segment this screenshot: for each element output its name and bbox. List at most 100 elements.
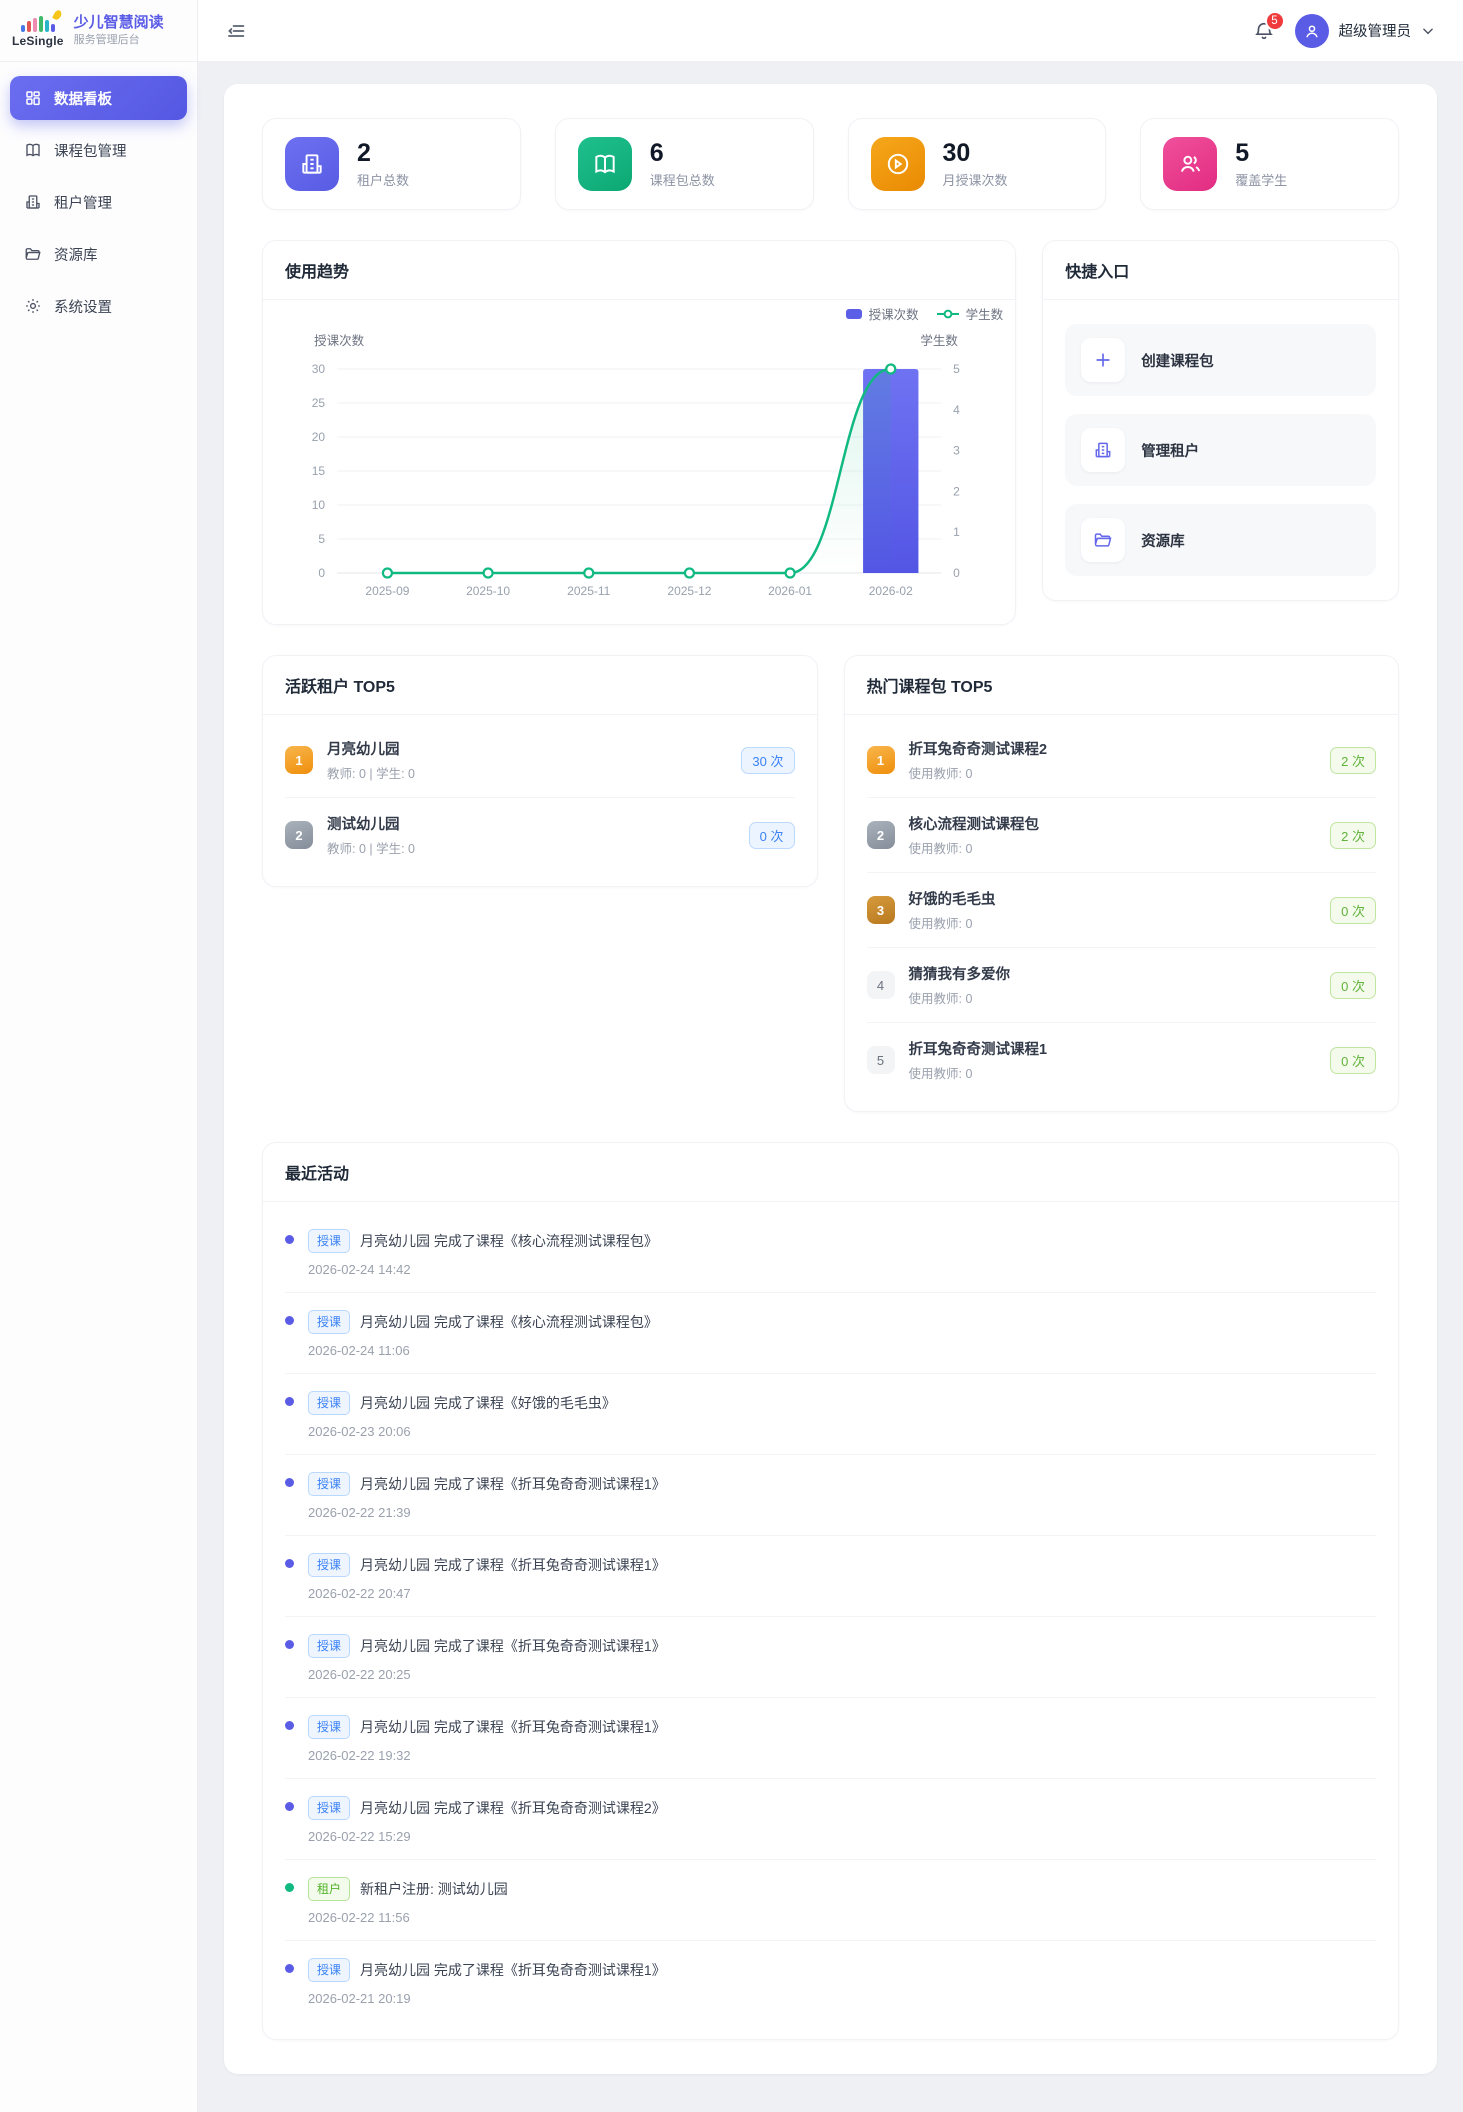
sidebar-collapse-button[interactable] xyxy=(222,17,250,45)
activity-tag: 授课 xyxy=(308,1958,351,1982)
sidebar: LeSingle 少儿智慧阅读 服务管理后台 数据看板 课程包管理 租户管理 资… xyxy=(0,0,198,2112)
user-name: 超级管理员 xyxy=(1338,24,1412,40)
logo-brand: LeSingle xyxy=(12,33,64,48)
sidebar-item-dashboard[interactable]: 数据看板 xyxy=(10,76,187,120)
quick-item-resources[interactable]: 资源库 xyxy=(1065,504,1376,576)
chevron-down-icon xyxy=(1423,28,1433,34)
trend-quick-row: 使用趋势 授课次数 学生数 0 5 10 15 20 25 30 0 1 2 3… xyxy=(262,240,1399,625)
sidebar-item-resources[interactable]: 资源库 xyxy=(10,232,187,276)
activity-time: 2026-02-21 20:19 xyxy=(308,1991,411,2006)
logo-mark-icon: LeSingle xyxy=(12,8,64,48)
quick-item-label: 创建课程包 xyxy=(1141,353,1214,370)
package-name: 好饿的毛毛虫 xyxy=(908,892,996,908)
svg-text:授课次数: 授课次数 xyxy=(314,333,365,348)
course-packages-stat-icon xyxy=(577,137,632,191)
svg-text:2026-01: 2026-01 xyxy=(768,584,812,598)
stat-value: 6 xyxy=(649,138,664,167)
package-meta: 使用教师: 0 xyxy=(908,767,973,781)
activity-dot-icon xyxy=(285,1397,294,1406)
sidebar-item-settings[interactable]: 系统设置 xyxy=(10,284,187,328)
active-tenants-card: 活跃租户 TOP5 1 月亮幼儿园 教师: 0 | 学生: 0 30 次 2 测… xyxy=(262,655,818,887)
dashboard-shell: 2 租户总数 6 课程包总数 30 月授课次数 5 覆盖学生 使用趋势 授课次数… xyxy=(224,84,1437,2074)
stat-value: 5 xyxy=(1235,138,1250,167)
activity-row: 授课 月亮幼儿园 完成了课程《折耳兔奇奇测试课程1》 2026-02-22 21:3… xyxy=(285,1455,1376,1536)
package-name: 猜猜我有多爱你 xyxy=(908,967,1011,983)
svg-text:1: 1 xyxy=(953,525,960,539)
package-row[interactable]: 1 折耳兔奇奇测试课程2 使用教师: 0 2 次 xyxy=(866,723,1376,798)
recent-activity-title: 最近活动 xyxy=(263,1143,1398,1202)
package-row[interactable]: 3 好饿的毛毛虫 使用教师: 0 0 次 xyxy=(866,873,1376,948)
activity-time: 2026-02-22 19:32 xyxy=(308,1748,411,1763)
svg-text:3: 3 xyxy=(953,444,960,458)
activity-tag: 租户 xyxy=(308,1877,351,1901)
dashboard-icon xyxy=(26,91,40,106)
quick-item-manage-tenants[interactable]: 管理租户 xyxy=(1065,414,1376,486)
package-count-badge: 0 次 xyxy=(1330,971,1376,999)
svg-text:学生数: 学生数 xyxy=(920,333,958,348)
sidebar-item-label: 租户管理 xyxy=(54,195,112,212)
activity-dot-icon xyxy=(285,1316,294,1325)
svg-text:2025-12: 2025-12 xyxy=(667,584,711,598)
activity-dot-icon xyxy=(285,1640,294,1649)
sidebar-item-tenants[interactable]: 租户管理 xyxy=(10,180,187,224)
svg-text:2025-10: 2025-10 xyxy=(466,584,510,598)
svg-text:4: 4 xyxy=(953,403,960,417)
activity-text: 月亮幼儿园 完成了课程《核心流程测试课程包》 xyxy=(360,1314,658,1330)
svg-text:25: 25 xyxy=(312,396,326,410)
usage-trend-chart: 0 5 10 15 20 25 30 0 1 2 3 4 5 授课次数 学生数 2025-09 2025-10 2… xyxy=(312,333,960,598)
stat-label: 月授课次数 xyxy=(942,173,1008,189)
activity-text: 月亮幼儿园 完成了课程《折耳兔奇奇测试课程1》 xyxy=(360,1719,666,1735)
tenant-name: 测试幼儿园 xyxy=(327,817,400,833)
notification-badge: 5 xyxy=(1264,10,1285,31)
package-name: 核心流程测试课程包 xyxy=(908,817,1040,833)
activity-row: 授课 月亮幼儿园 完成了课程《折耳兔奇奇测试课程1》 2026-02-22 19:3… xyxy=(285,1698,1376,1779)
activity-row: 租户 新租户注册: 测试幼儿园 2026-02-22 11:56 xyxy=(285,1860,1376,1941)
rank-badge: 2 xyxy=(285,821,313,849)
user-icon xyxy=(1305,24,1318,37)
quick-item-label: 管理租户 xyxy=(1141,443,1200,460)
svg-text:2026-02: 2026-02 xyxy=(869,584,913,598)
notification-bell[interactable]: 5 xyxy=(1251,10,1285,44)
package-row[interactable]: 4 猜猜我有多爱你 使用教师: 0 0 次 xyxy=(866,948,1376,1023)
sidebar-item-label: 课程包管理 xyxy=(54,143,127,160)
tenant-row[interactable]: 1 月亮幼儿园 教师: 0 | 学生: 0 30 次 xyxy=(285,723,795,798)
svg-text:10: 10 xyxy=(312,498,326,512)
legend-item-students[interactable]: 学生数 xyxy=(936,304,1003,323)
rank-badge: 1 xyxy=(866,746,895,774)
top5-row: 活跃租户 TOP5 1 月亮幼儿园 教师: 0 | 学生: 0 30 次 2 测… xyxy=(262,655,1399,1112)
stat-card-students: 5 覆盖学生 xyxy=(1140,118,1399,210)
monthly-lessons-stat-icon xyxy=(870,137,925,191)
activity-row: 授课 月亮幼儿园 完成了课程《核心流程测试课程包》 2026-02-24 11:06 xyxy=(285,1293,1376,1374)
app-layout: LeSingle 少儿智慧阅读 服务管理后台 数据看板 课程包管理 租户管理 资… xyxy=(0,0,1463,2112)
package-meta: 使用教师: 0 xyxy=(908,992,973,1006)
svg-text:2025-11: 2025-11 xyxy=(567,584,610,598)
legend-label: 授课次数 xyxy=(868,308,919,322)
active-tenants-title: 活跃租户 TOP5 xyxy=(263,656,817,715)
book-icon xyxy=(26,143,40,157)
quick-item-create-package[interactable]: 创建课程包 xyxy=(1065,324,1376,396)
quick-item-label: 资源库 xyxy=(1141,533,1185,550)
package-row[interactable]: 2 核心流程测试课程包 使用教师: 0 2 次 xyxy=(866,798,1376,873)
tenant-row[interactable]: 2 测试幼儿园 教师: 0 | 学生: 0 0 次 xyxy=(285,798,795,872)
stat-value: 30 xyxy=(942,138,971,167)
usage-trend-title: 使用趋势 xyxy=(263,241,1016,300)
package-count-badge: 2 次 xyxy=(1330,746,1376,774)
legend-item-lessons[interactable]: 授课次数 xyxy=(845,304,919,323)
svg-text:30: 30 xyxy=(312,362,326,376)
folder-open-icon xyxy=(25,248,41,260)
svg-text:5: 5 xyxy=(953,362,960,376)
rank-badge: 3 xyxy=(866,896,895,924)
activity-time: 2026-02-22 21:39 xyxy=(308,1505,411,1520)
activity-time: 2026-02-22 20:47 xyxy=(308,1586,411,1601)
sidebar-item-course-packages[interactable]: 课程包管理 xyxy=(10,128,187,172)
main-column: 5 超级管理员 2 租户总数 6 课程包总数 30 月授课次数 5 覆盖学生 使… xyxy=(198,0,1463,2112)
stat-label: 租户总数 xyxy=(357,173,410,189)
activity-text: 月亮幼儿园 完成了课程《折耳兔奇奇测试课程1》 xyxy=(360,1557,666,1573)
logo-bars-icon xyxy=(20,8,63,32)
recent-activity-card: 最近活动 授课 月亮幼儿园 完成了课程《核心流程测试课程包》 2026-02-24 … xyxy=(262,1142,1399,2040)
package-row[interactable]: 5 折耳兔奇奇测试课程1 使用教师: 0 0 次 xyxy=(866,1023,1376,1097)
user-menu[interactable]: 超级管理员 xyxy=(1294,13,1436,48)
activity-dot-icon xyxy=(285,1883,294,1892)
package-name: 折耳兔奇奇测试课程2 xyxy=(908,742,1048,758)
topbar: 5 超级管理员 xyxy=(198,0,1463,62)
